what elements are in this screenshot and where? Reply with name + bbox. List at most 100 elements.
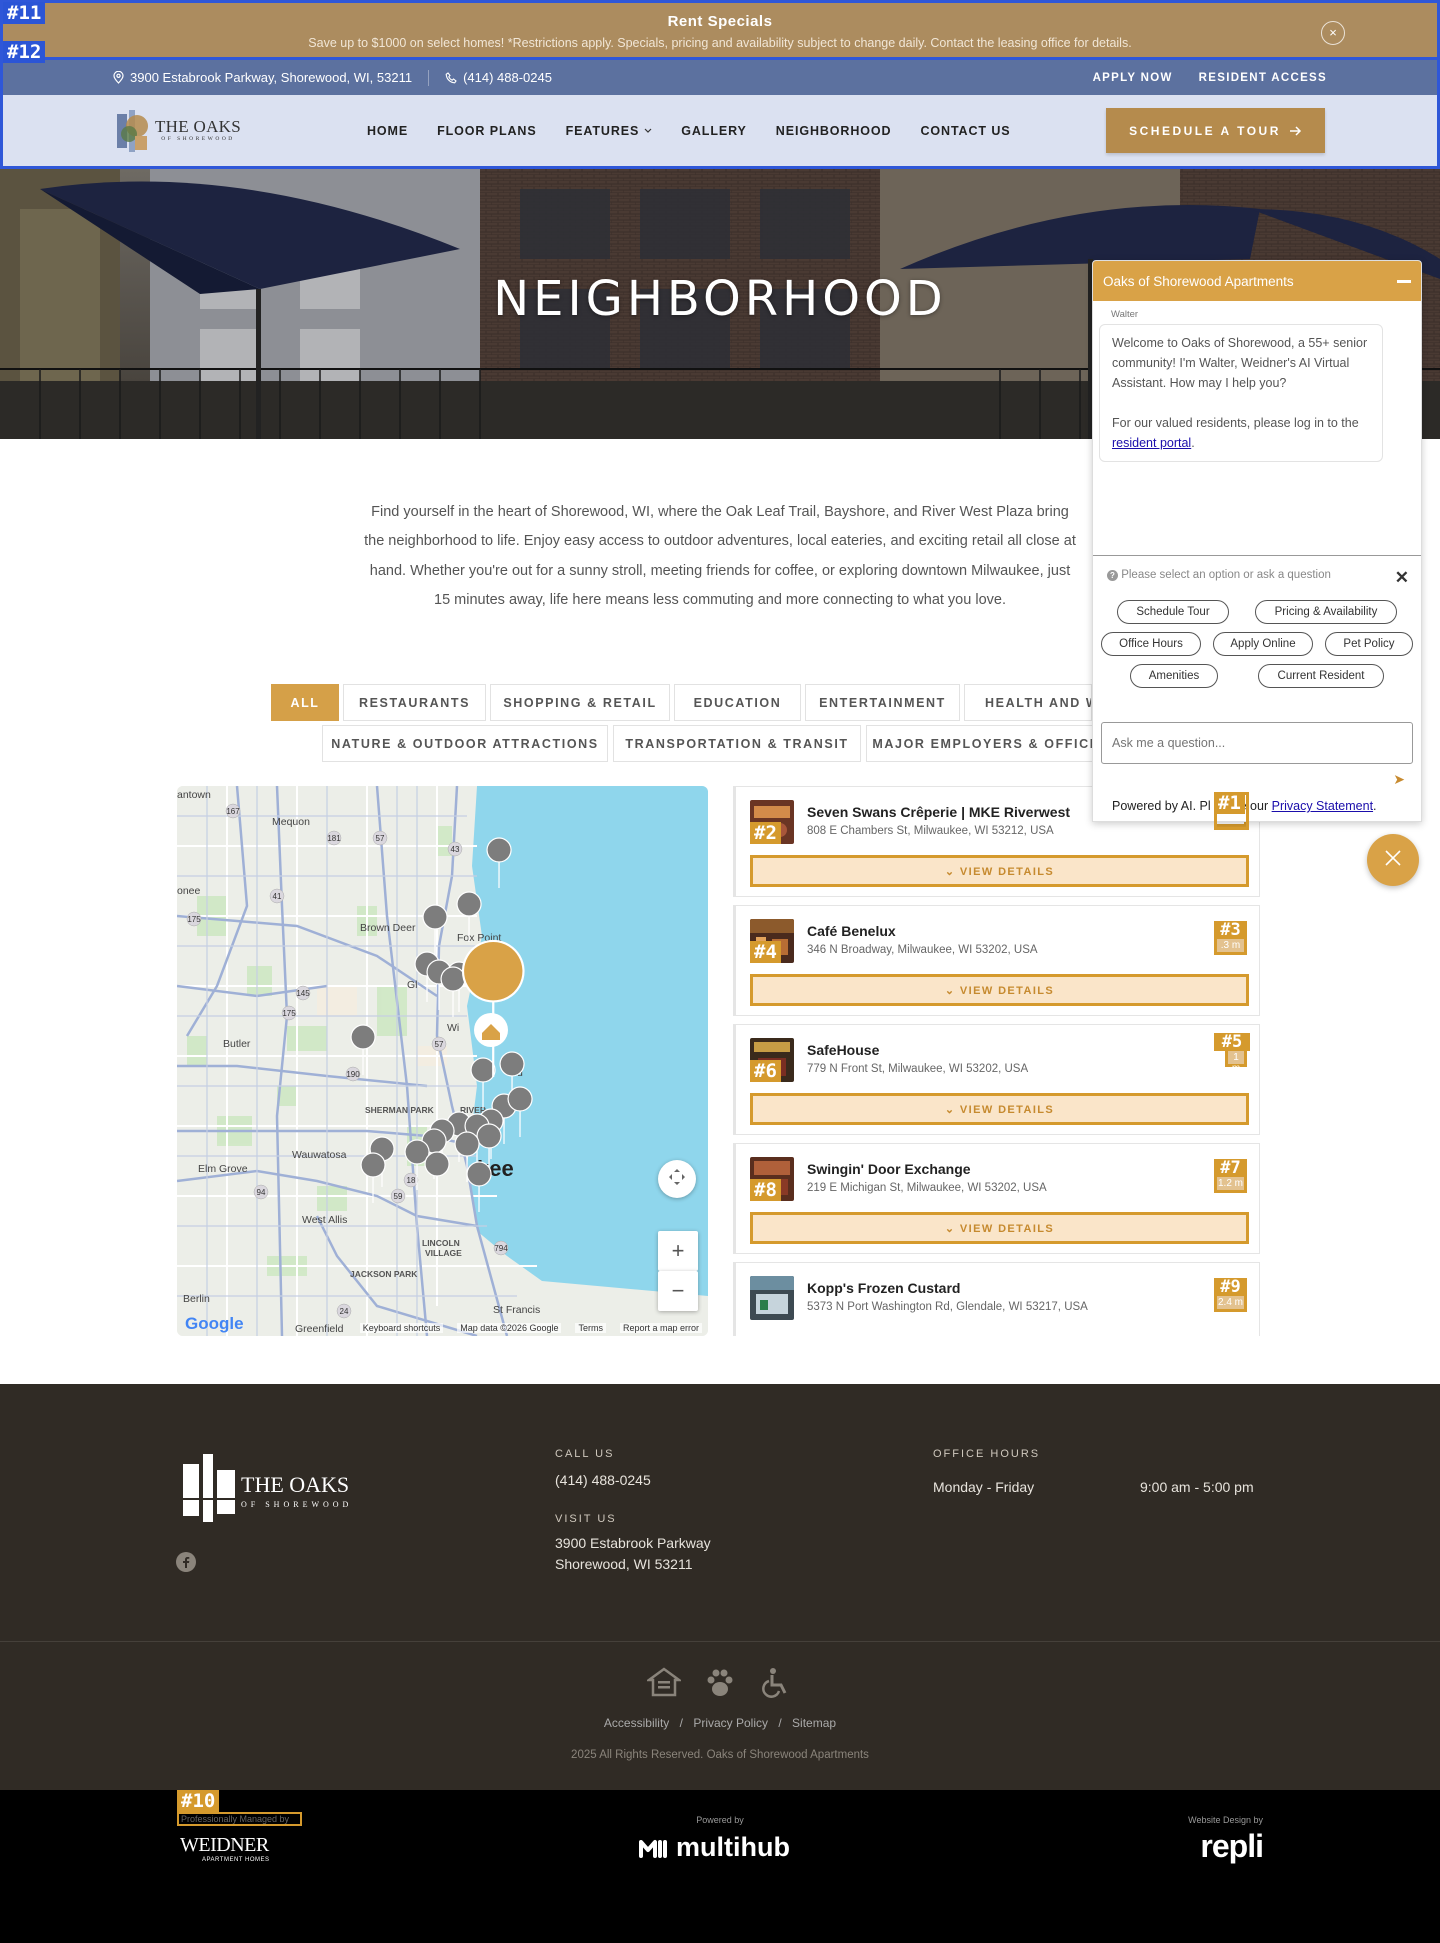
nav-item-home[interactable]: HOME <box>367 124 408 138</box>
header-address[interactable]: 3900 Estabrook Parkway, Shorewood, WI, 5… <box>113 70 412 85</box>
svg-text:175: 175 <box>282 1009 296 1018</box>
svg-text:SHERMAN PARK: SHERMAN PARK <box>365 1105 435 1115</box>
privacy-statement-link[interactable]: Privacy Statement <box>1272 799 1373 813</box>
filter-entertainment[interactable]: ENTERTAINMENT <box>805 684 960 721</box>
view-details-label: VIEW DETAILS <box>959 984 1055 997</box>
chat-option-office-hours[interactable]: Office Hours <box>1101 632 1201 656</box>
neighborhood-intro: Find yourself in the heart of Shorewood,… <box>364 504 1076 608</box>
svg-text:24: 24 <box>340 1307 349 1316</box>
svg-text:57: 57 <box>435 1040 444 1049</box>
apply-now-link[interactable]: APPLY NOW <box>1093 72 1173 84</box>
chevron-down-icon: ⌄ <box>944 1103 960 1116</box>
multihub-logo[interactable]: multihub <box>638 1832 790 1863</box>
chevron-down-icon: ⌄ <box>944 865 960 878</box>
chat-option-amenities[interactable]: Amenities <box>1130 664 1218 688</box>
svg-text:Berlin: Berlin <box>183 1293 210 1305</box>
chat-widget: Oaks of Shorewood Apartments Walter Welc… <box>1092 260 1422 822</box>
chat-minimize-button[interactable] <box>1397 279 1411 283</box>
neighborhood-map[interactable]: 167181574341175321451755719059941879424 … <box>177 786 708 1336</box>
place-address: 808 E Chambers St, Milwaukee, WI 53212, … <box>807 825 1054 837</box>
nav-item-floor-plans[interactable]: FLOOR PLANS <box>437 124 536 138</box>
map-fullscreen-button[interactable] <box>658 1160 696 1198</box>
chat-options-close-button[interactable]: ✕ <box>1395 568 1409 588</box>
filter-all[interactable]: ALL <box>271 684 339 721</box>
arrow-right-icon <box>1289 125 1301 136</box>
chat-option-current-resident[interactable]: Current Resident <box>1258 664 1384 688</box>
view-details-button[interactable]: ⌄ VIEW DETAILS <box>750 974 1249 1006</box>
list-item[interactable]: SafeHouse 779 N Front St, Milwaukee, WI … <box>733 1024 1260 1135</box>
chat-option-apply-online[interactable]: Apply Online <box>1213 632 1313 656</box>
footer-phone[interactable]: (414) 488-0245 <box>555 1470 651 1491</box>
filter-restaurants[interactable]: RESTAURANTS <box>343 684 486 721</box>
annotation-marker: #7 <box>1214 1159 1247 1177</box>
facebook-icon[interactable] <box>176 1552 196 1572</box>
nav-item-features[interactable]: FEATURES <box>566 124 653 138</box>
repli-logo[interactable]: repli <box>1200 1828 1264 1865</box>
chat-option-schedule-tour[interactable]: Schedule Tour <box>1117 600 1229 624</box>
equal-housing-icon <box>647 1667 681 1697</box>
svg-text:Mequon: Mequon <box>272 816 310 828</box>
utility-bar: 3900 Estabrook Parkway, Shorewood, WI, 5… <box>3 60 1437 95</box>
banner-text: Save up to $1000 on select homes! *Restr… <box>308 36 1132 50</box>
chat-input[interactable] <box>1101 722 1413 764</box>
svg-text:JACKSON PARK: JACKSON PARK <box>350 1269 418 1279</box>
privacy-policy-link[interactable]: Privacy Policy <box>693 1716 768 1730</box>
site-header: 3900 Estabrook Parkway, Shorewood, WI, 5… <box>0 60 1440 169</box>
rent-specials-banner: Rent Specials Save up to $1000 on select… <box>0 0 1440 60</box>
header-phone[interactable]: (414) 488-0245 <box>445 70 552 85</box>
list-item[interactable]: Kopp's Frozen Custard 5373 N Port Washin… <box>733 1262 1260 1336</box>
filter-nature-outdoor[interactable]: NATURE & OUTDOOR ATTRACTIONS <box>322 725 608 762</box>
list-item[interactable]: Swingin' Door Exchange 219 E Michigan St… <box>733 1143 1260 1254</box>
resident-access-link[interactable]: RESIDENT ACCESS <box>1199 72 1327 84</box>
nav-item-contact-us[interactable]: CONTACT US <box>920 124 1010 138</box>
office-days: Monday - Friday <box>933 1479 1035 1495</box>
schedule-tour-button[interactable]: SCHEDULE A TOUR <box>1106 108 1325 153</box>
filter-transportation-transit[interactable]: TRANSPORTATION & TRANSIT <box>613 725 861 762</box>
visit-us-label: VISIT US <box>555 1513 617 1525</box>
schedule-tour-label: SCHEDULE A TOUR <box>1129 123 1281 138</box>
svg-text:794: 794 <box>494 1244 508 1253</box>
sitemap-link[interactable]: Sitemap <box>792 1716 836 1730</box>
map-keyboard-shortcuts[interactable]: Keyboard shortcuts <box>359 1323 444 1333</box>
footer-logo-sub: OF SHOREWOOD <box>241 1500 353 1509</box>
places-list: Seven Swans Crêperie | MKE Riverwest 808… <box>733 786 1260 1336</box>
banner-close-button[interactable]: × <box>1321 21 1345 45</box>
svg-text:Gl: Gl <box>407 979 418 991</box>
view-details-button[interactable]: ⌄ VIEW DETAILS <box>750 1093 1249 1125</box>
accessibility-link[interactable]: Accessibility <box>604 1716 669 1730</box>
nav-item-gallery[interactable]: GALLERY <box>681 124 747 138</box>
filter-health-wellness[interactable]: HEALTH AND WE <box>964 684 1092 721</box>
pet-friendly-icon <box>707 1669 733 1696</box>
svg-text:Wi: Wi <box>447 1022 459 1034</box>
filter-shopping-retail[interactable]: SHOPPING & RETAIL <box>490 684 670 721</box>
filter-education[interactable]: EDUCATION <box>674 684 801 721</box>
footer-address-line1[interactable]: 3900 Estabrook Parkway <box>555 1533 711 1554</box>
chat-option-pricing[interactable]: Pricing & Availability <box>1255 600 1397 624</box>
view-details-button[interactable]: ⌄ VIEW DETAILS <box>750 1212 1249 1244</box>
map-report-error-link[interactable]: Report a map error <box>619 1323 702 1333</box>
chat-option-pet-policy[interactable]: Pet Policy <box>1325 632 1413 656</box>
svg-text:94: 94 <box>257 1188 266 1197</box>
resident-portal-link[interactable]: resident portal <box>1112 436 1191 450</box>
nav-menu: HOME FLOOR PLANS FEATURES GALLERY NEIGHB… <box>367 124 1010 138</box>
annotation-marker: #10 <box>177 1790 220 1812</box>
list-item[interactable]: Café Benelux 346 N Broadway, Milwaukee, … <box>733 905 1260 1016</box>
place-distance-value: .3 m <box>1220 940 1241 951</box>
map-zoom-in-button[interactable]: + <box>658 1231 698 1271</box>
weidner-logo[interactable]: WEIDNER APARTMENT HOMES <box>180 1834 270 1863</box>
svg-text:18: 18 <box>407 1176 416 1185</box>
expand-icon <box>669 1169 685 1185</box>
filter-major-employers[interactable]: MAJOR EMPLOYERS & OFFICES <box>866 725 1116 762</box>
map-terms-link[interactable]: Terms <box>575 1323 606 1333</box>
view-details-button[interactable]: ⌄ VIEW DETAILS <box>750 855 1249 887</box>
chat-close-fab[interactable] <box>1367 834 1419 886</box>
close-icon <box>1385 850 1401 866</box>
svg-text:167: 167 <box>226 807 240 816</box>
map-zoom-out-button[interactable]: − <box>658 1271 698 1311</box>
nav-item-neighborhood[interactable]: NEIGHBORHOOD <box>776 124 892 138</box>
footer-logo[interactable]: THE OAKS OF SHOREWOOD <box>177 1450 349 1531</box>
place-address: 5373 N Port Washington Rd, Glendale, WI … <box>807 1301 1088 1313</box>
site-logo[interactable]: THE OAKS OF SHOREWOOD <box>115 108 273 154</box>
send-icon[interactable]: ➤ <box>1393 771 1405 788</box>
footer-address-line2[interactable]: Shorewood, WI 53211 <box>555 1554 693 1575</box>
